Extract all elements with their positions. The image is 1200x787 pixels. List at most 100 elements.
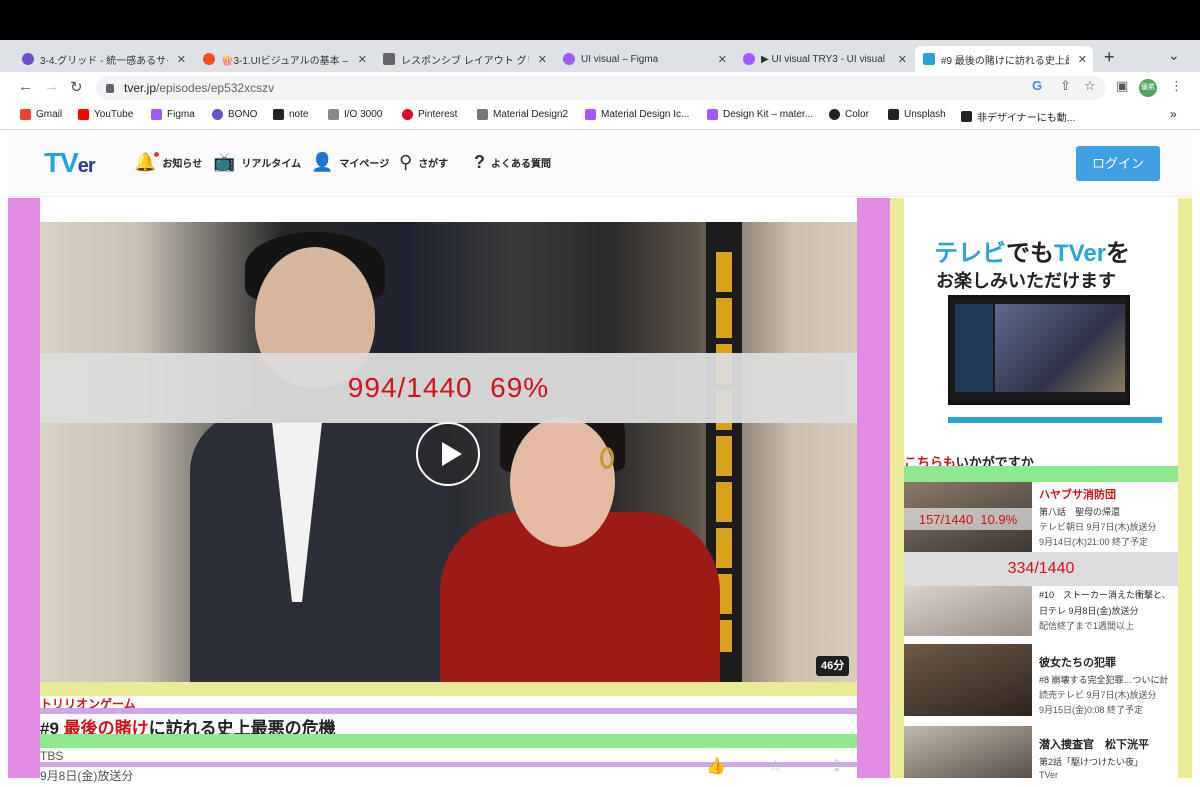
bookmark-label: Gmail [36, 109, 63, 120]
card-title: ハヤブサ消防団 [1039, 489, 1116, 501]
figma-icon [707, 109, 718, 120]
forward-icon[interactable]: → [44, 78, 59, 95]
google-lens-icon[interactable]: G [1032, 78, 1042, 93]
nav-notifications[interactable]: 🔔 お知らせ [134, 152, 202, 173]
tv-icon: 📺 [213, 152, 236, 172]
logo-part: er [77, 155, 96, 177]
bono-icon [212, 109, 223, 120]
tab-close-icon[interactable]: ✕ [177, 53, 186, 66]
figma-icon [203, 53, 215, 65]
bookmark-item[interactable]: I/O 3000 [328, 109, 382, 120]
url-field[interactable]: tver.jp/episodes/ep532xcszv [96, 76, 1106, 100]
new-tab-button[interactable]: + [1104, 47, 1115, 68]
bookmark-item[interactable]: YouTube [78, 109, 133, 120]
browser-tab[interactable]: UI visual – Figma ✕ [555, 46, 733, 72]
figma-icon [743, 53, 755, 65]
bookmark-item[interactable]: Material Design Ic... [585, 109, 689, 120]
measurement-overlay: 157/1440 10.9% [904, 508, 1032, 530]
recommend-card[interactable]: 潜入捜査官 松下洸平 第2話「駆けつけたい夜」 TVer [904, 726, 1178, 780]
card-meta: 9月14日(木)21:00 終了予定 [1039, 537, 1149, 547]
bookmark-label: note [289, 109, 309, 120]
card-subtitle: #8 崩壊する完全犯罪…ついに計 [1039, 675, 1169, 685]
tver-favicon-icon [923, 53, 935, 65]
user-icon: 👤 [311, 152, 334, 172]
tab-close-icon[interactable]: ✕ [1078, 53, 1087, 66]
card-subtitle: 第八話 聖母の帰還 [1039, 507, 1121, 517]
bookmark-item[interactable]: Material Design2 [477, 109, 568, 120]
nav-label: マイページ [339, 159, 390, 170]
bell-icon: 🔔 [134, 152, 160, 172]
tver-logo[interactable]: TVer [44, 147, 96, 179]
favorite-icon[interactable]: ☆ [768, 756, 782, 776]
card-meta: テレビ朝日 9月7日(木)放送分 [1039, 522, 1157, 532]
bookmark-item[interactable]: Figma [151, 109, 195, 120]
login-button[interactable]: ログイン [1076, 146, 1160, 181]
bookmarks-overflow-icon[interactable]: » [1170, 107, 1177, 121]
browser-tab[interactable]: 3-4.グリッド - 統一感あるサイ ✕ [14, 46, 192, 72]
side-panel-icon[interactable]: ▣ [1116, 78, 1128, 94]
browser-menu-icon[interactable]: ⋮ [1170, 78, 1183, 94]
promo-banner[interactable]: テレビでもTVerを お楽しみいただけます [920, 223, 1162, 423]
logo-part: TV [44, 147, 79, 178]
browser-tab[interactable]: レスポンシブ レイアウト グリッド ✕ [375, 46, 553, 72]
tab-close-icon[interactable]: ✕ [898, 53, 907, 66]
share-icon[interactable]: ⇧ [1060, 78, 1071, 94]
like-icon[interactable]: 👍 [706, 756, 726, 776]
reload-icon[interactable]: ↻ [70, 78, 83, 96]
bookmark-item[interactable]: Unsplash [888, 109, 946, 120]
spacing-guide [40, 734, 857, 748]
tab-search-icon[interactable]: ⌄ [1168, 47, 1180, 64]
bookmark-label: I/O 3000 [344, 109, 383, 120]
page-icon [477, 109, 488, 120]
recommend-card[interactable]: #10 ストーカー消えた衝撃と、 日テレ 9月8日(金)放送分 配信終了まで1週… [904, 586, 1178, 636]
bookmark-item[interactable]: 非デザイナーにも動... [961, 109, 1075, 124]
tab-close-icon[interactable]: ✕ [538, 53, 547, 66]
tab-close-icon[interactable]: ✕ [718, 53, 727, 66]
share-icon[interactable]: ⇪ [830, 756, 843, 776]
card-thumbnail [904, 726, 1032, 778]
spacing-guide [40, 682, 857, 696]
measurement-overlay: 334/1440 [904, 552, 1178, 586]
nav-mypage[interactable]: 👤 マイページ [311, 152, 389, 173]
unsplash-icon [888, 109, 899, 120]
url-path: /episodes/ep532xcszv [156, 81, 275, 95]
bookmark-item[interactable]: Pinterest [402, 109, 457, 120]
profile-avatar[interactable]: 優希 [1139, 79, 1157, 97]
nav-search[interactable]: ⚲ さがす [399, 152, 448, 173]
bookmark-item[interactable]: Design Kit – mater... [707, 109, 813, 120]
bookmark-label: BONO [228, 109, 258, 120]
browser-tab-active[interactable]: #9 最後の賭けに訪れる史上最悪 ✕ [915, 46, 1093, 72]
bookmark-item[interactable]: BONO [212, 109, 257, 120]
card-title: #10 ストーカー消えた衝撃と、 [1039, 590, 1171, 600]
tab-title: #9 最後の賭けに訪れる史上最悪 [941, 55, 1069, 67]
browser-tab[interactable]: ▶ UI visual TRY3 - UI visual ✕ [735, 46, 913, 72]
figma-icon [563, 53, 575, 65]
lock-icon [106, 83, 114, 93]
bookmarks-bar: Gmail YouTube Figma BONO note I/O 3000 P… [0, 104, 1200, 130]
io-icon [328, 109, 339, 120]
card-title: 潜入捜査官 松下洸平 [1039, 739, 1149, 751]
tab-title: ▶ UI visual TRY3 - UI visual [761, 53, 886, 65]
browser-tab[interactable]: 🍿3-1.UIビジュアルの基本 – F ✕ [195, 46, 373, 72]
nav-label: お知らせ [162, 159, 203, 170]
bookmark-item[interactable]: Gmail [20, 109, 62, 120]
nav-faq[interactable]: ? よくある質問 [474, 152, 551, 173]
color-icon [829, 109, 840, 120]
sidebar-guide-right [1178, 198, 1192, 778]
card-thumbnail [904, 586, 1032, 636]
play-icon[interactable] [416, 422, 480, 486]
bookmark-star-icon[interactable]: ☆ [1084, 78, 1096, 94]
bookmark-item[interactable]: Color [829, 109, 869, 120]
back-icon[interactable]: ← [18, 78, 33, 95]
recommend-card[interactable]: 彼女たちの犯罪 #8 崩壊する完全犯罪…ついに計 読売テレビ 9月7日(木)放送… [904, 644, 1178, 716]
tab-close-icon[interactable]: ✕ [358, 53, 367, 66]
nav-realtime[interactable]: 📺 リアルタイム [213, 152, 301, 173]
bookmark-item[interactable]: note [273, 109, 308, 120]
figma-icon [585, 109, 596, 120]
site-header: TVer 🔔 お知らせ 📺 リアルタイム 👤 マイページ ⚲ さがす ? よくある質問 ロ… [8, 130, 1192, 197]
nav-label: さがす [418, 159, 449, 170]
bookmark-label: Figma [167, 109, 195, 120]
margin-guide-left [8, 198, 40, 778]
window-titlebar [0, 0, 1200, 40]
tab-strip: 3-4.グリッド - 統一感あるサイ ✕ 🍿3-1.UIビジュアルの基本 – F… [0, 40, 1200, 72]
